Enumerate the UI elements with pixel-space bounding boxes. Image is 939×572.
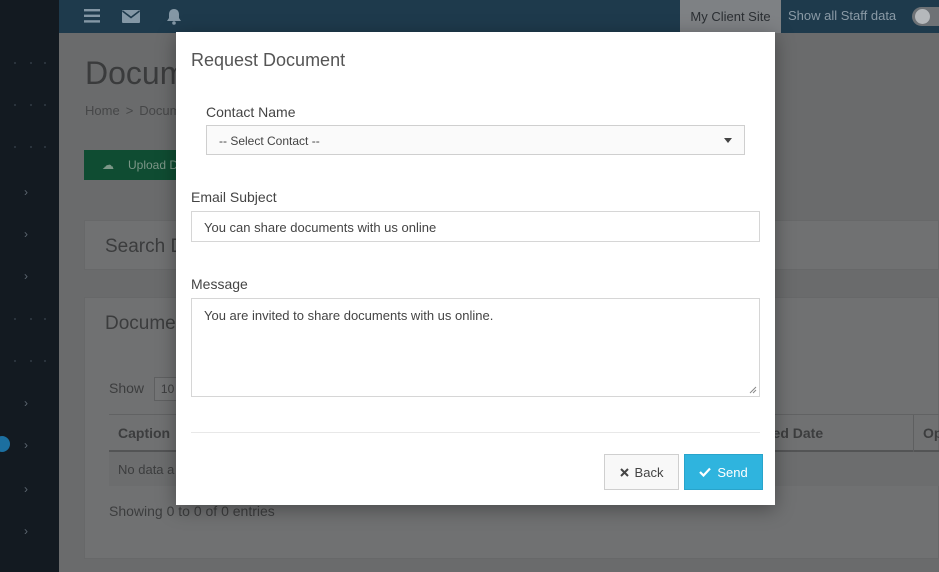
sidebar: › › › › › › › [0,0,59,572]
upload-label: Upload D [128,158,179,172]
topbar: My Client Site Show all Staff data [59,0,939,33]
chevron-right-icon[interactable]: › [24,438,28,452]
page-length-control: Show 10 [109,377,182,401]
table-info: Showing 0 to 0 of 0 entries [109,503,275,519]
modal-title: Request Document [191,50,346,70]
message-textarea[interactable]: You are invited to share documents with … [191,298,760,397]
chevron-right-icon[interactable]: › [24,227,28,241]
contact-name-label: Contact Name [206,104,296,120]
request-document-modal: Request Document Contact Name -- Select … [176,32,775,505]
cloud-upload-icon: ☁ [102,158,114,172]
contact-select-value: -- Select Contact -- [219,134,320,148]
close-icon [619,467,629,477]
breadcrumb-current: Docum [139,103,181,118]
back-button-label: Back [634,464,664,480]
message-text: You are invited to share documents with … [204,308,494,323]
my-client-site-tab[interactable]: My Client Site [680,0,781,33]
sidebar-badge [0,436,10,452]
chevron-right-icon[interactable]: › [24,185,28,199]
show-staff-label: Show all Staff data [788,8,897,23]
chevron-right-icon[interactable]: › [24,269,28,283]
documents-panel-title: Docume [105,313,176,334]
search-panel-title: Search D [105,236,185,257]
breadcrumb: Home > Docum [85,103,180,118]
chevron-right-icon[interactable]: › [24,396,28,410]
breadcrumb-separator: > [125,103,134,118]
breadcrumb-home[interactable]: Home [85,103,120,118]
menu-icon[interactable] [84,9,100,28]
back-button[interactable]: Back [604,454,679,490]
contact-select[interactable]: -- Select Contact -- [206,125,745,155]
chevron-right-icon[interactable]: › [24,482,28,496]
send-button-label: Send [717,464,748,480]
column-header[interactable]: Caption [118,425,170,441]
resize-handle-icon[interactable] [749,386,757,394]
email-subject-input[interactable]: You can share documents with us online [191,211,760,242]
envelope-icon[interactable] [122,10,140,28]
bell-icon[interactable] [166,8,182,30]
caret-down-icon [724,138,732,143]
email-subject-label: Email Subject [191,189,277,205]
show-staff-toggle[interactable] [912,7,939,26]
column-header[interactable]: Op [923,425,939,441]
page-title: Docum [85,55,187,91]
check-icon [699,467,712,477]
chevron-right-icon[interactable]: › [24,524,28,538]
modal-footer-divider [191,432,760,433]
send-button[interactable]: Send [684,454,763,490]
message-label: Message [191,276,248,292]
empty-table-message: No data a [118,462,175,477]
show-label: Show [109,380,145,396]
